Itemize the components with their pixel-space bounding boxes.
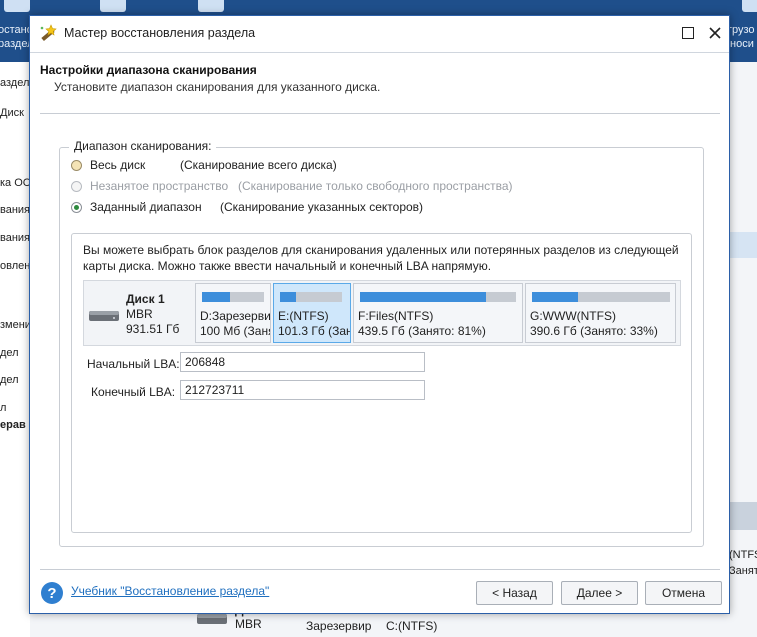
sidebar-text: ка ОС <box>0 177 30 189</box>
radio-label: Заданный диапазон <box>90 200 202 214</box>
sidebar-text: вания <box>0 204 30 216</box>
sidebar-text: Диск <box>0 107 24 119</box>
close-icon <box>709 27 721 39</box>
radio-whole-disk[interactable]: Весь диск (Сканирование всего диска) <box>71 157 337 173</box>
toolbar-icon <box>198 0 224 12</box>
back-button[interactable]: < Назад <box>476 581 553 605</box>
radio-unallocated-space[interactable]: Незанятое пространство (Сканирование тол… <box>71 178 513 194</box>
disk-size: 931.51 Гб <box>126 322 180 336</box>
right-panel-text: Занят <box>729 565 757 577</box>
radio-specified-range[interactable]: Заданный диапазон (Сканирование указанны… <box>71 199 423 215</box>
partition-info: 100 Мб (Заня <box>200 324 271 338</box>
tutorial-link[interactable]: Учебник "Восстановление раздела" <box>71 584 269 598</box>
partition-name: D:Зарезерви <box>200 309 271 323</box>
partition-block[interactable]: D:Зарезерви 100 Мб (Заня <box>195 283 271 343</box>
partition-name: F:Files(NTFS) <box>358 309 434 323</box>
bg-partition-name: Зарезервир <box>306 619 372 633</box>
partition-name: E:(NTFS) <box>278 309 329 323</box>
radio-button[interactable] <box>71 159 82 171</box>
radio-label: Весь диск <box>90 158 146 172</box>
dialog-title: Мастер восстановления раздела <box>64 26 256 40</box>
sidebar-text: л <box>0 402 7 414</box>
toolbar-icon <box>742 0 757 12</box>
toolbar-text: грузо <box>728 24 755 36</box>
background-sidebar: аздел Диск ка ОС вания вания овлен змени… <box>0 62 30 637</box>
radio-button[interactable] <box>71 201 82 213</box>
usage-bar <box>532 292 670 302</box>
partition-info: 439.5 Гб (Занято: 81%) <box>358 324 486 338</box>
next-button[interactable]: Далее > <box>561 581 638 605</box>
toolbar-text: носи <box>730 38 754 50</box>
toolbar-icon <box>100 0 126 12</box>
title-bar[interactable]: Мастер восстановления раздела <box>30 16 729 53</box>
disk-name: Диск 1 <box>126 292 165 306</box>
radio-description: (Сканирование всего диска) <box>180 158 337 172</box>
partition-info: 390.6 Гб (Занято: 33%) <box>530 324 658 338</box>
radio-description: (Сканирование только свободного простран… <box>238 179 513 193</box>
partition-recovery-wizard-dialog: Мастер восстановления раздела Настройки … <box>29 15 730 614</box>
wizard-wand-icon <box>38 24 58 44</box>
partition-block[interactable]: G:WWW(NTFS) 390.6 Гб (Занято: 33%) <box>525 283 676 343</box>
end-lba-input[interactable] <box>180 380 425 400</box>
disk-map: Диск 1 MBR 931.51 Гб D:Зарезерви 100 Мб … <box>83 280 681 346</box>
usage-fill <box>532 292 578 302</box>
sidebar-text: дел <box>0 374 19 386</box>
usage-fill <box>202 292 230 302</box>
start-lba-label: Начальный LBA: <box>87 357 180 371</box>
scan-range-legend: Диапазон сканирования: <box>69 139 217 153</box>
close-button[interactable] <box>703 22 727 44</box>
page-title: Настройки диапазона сканирования <box>40 63 257 77</box>
partition-info: 101.3 Гб (Зан <box>278 324 351 338</box>
usage-bar <box>280 292 342 302</box>
background-right-panel: (NTFS Занят <box>727 62 757 637</box>
radio-label: Незанятое пространство <box>90 179 229 193</box>
sidebar-text: вания <box>0 232 30 244</box>
sidebar-text: дел <box>0 347 19 359</box>
end-lba-label: Конечный LBA: <box>91 385 176 399</box>
partition-name: G:WWW(NTFS) <box>530 309 616 323</box>
toolbar-icon <box>4 0 30 12</box>
disk-icon <box>88 309 120 321</box>
sidebar-text: аздел <box>0 77 30 89</box>
maximize-icon <box>682 27 694 39</box>
header-divider <box>40 113 720 114</box>
row-highlight <box>727 502 757 530</box>
bg-partition-name: C:(NTFS) <box>386 619 438 633</box>
usage-fill <box>360 292 487 302</box>
usage-bar <box>202 292 264 302</box>
start-lba-input[interactable] <box>180 352 425 372</box>
toolbar-text: остано <box>0 24 33 36</box>
partition-block[interactable]: E:(NTFS) 101.3 Гб (Зан <box>273 283 351 343</box>
sidebar-text: змени <box>0 319 30 331</box>
range-info-text: Вы можете выбрать блок разделов для скан… <box>83 243 679 273</box>
page-subtitle: Установите диапазон сканирования для ука… <box>54 80 381 94</box>
usage-fill <box>280 292 296 302</box>
sidebar-text: ерав <box>0 419 26 431</box>
partition-block[interactable]: F:Files(NTFS) 439.5 Гб (Занято: 81%) <box>353 283 523 343</box>
help-icon[interactable]: ? <box>41 582 63 604</box>
row-highlight <box>727 232 757 258</box>
sidebar-text: овлен <box>0 260 30 272</box>
bg-disk-type: MBR <box>235 617 262 631</box>
usage-bar <box>360 292 516 302</box>
cancel-button[interactable]: Отмена <box>645 581 722 605</box>
radio-description: (Сканирование указанных секторов) <box>220 200 424 214</box>
right-panel-text: (NTFS <box>729 549 757 561</box>
footer-divider <box>40 569 720 570</box>
radio-button[interactable] <box>71 180 82 192</box>
disk-type: MBR <box>126 307 153 321</box>
maximize-button[interactable] <box>676 22 700 44</box>
